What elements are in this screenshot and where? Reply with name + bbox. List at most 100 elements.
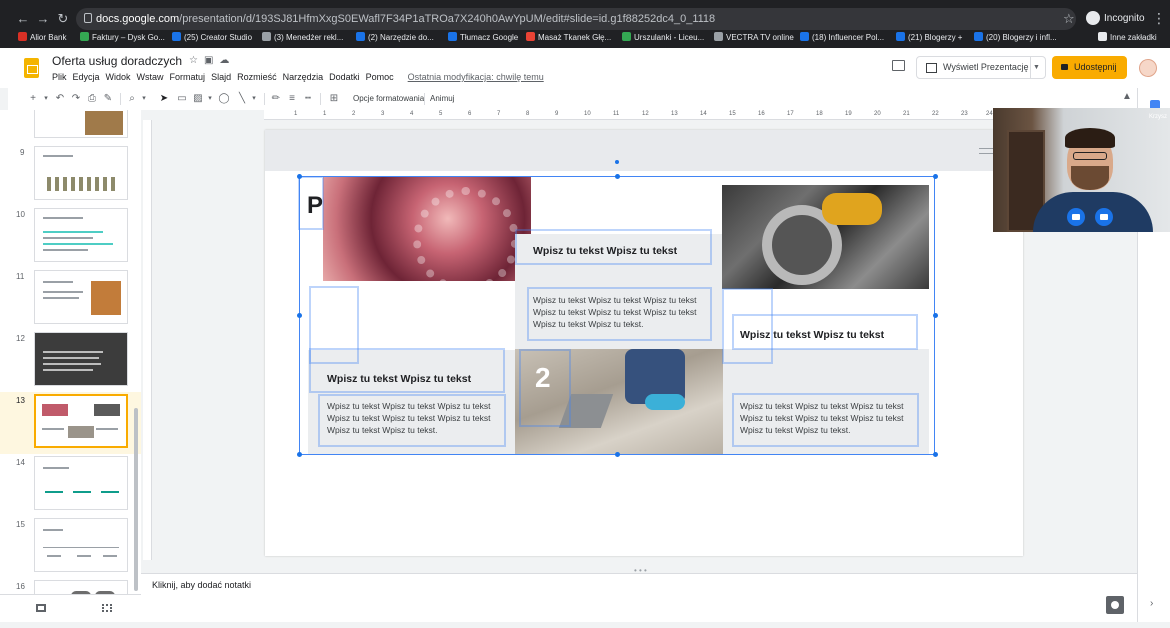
menu-format[interactable]: Formatuj	[170, 72, 206, 82]
present-dropdown-icon[interactable]: ▼	[1030, 57, 1042, 78]
body-text-left[interactable]: Wpisz tu tekst Wpisz tu tekst Wpisz tu t…	[327, 400, 490, 436]
gears-image[interactable]	[722, 185, 929, 289]
format-options-button[interactable]: Opcje formatowania	[353, 92, 424, 106]
body-text-right[interactable]: Wpisz tu tekst Wpisz tu tekst Wpisz tu t…	[740, 400, 903, 436]
insert-comment-icon[interactable]: ⊞	[328, 92, 340, 106]
bookmark-item[interactable]: Masaż Tkanek Głę...	[526, 30, 611, 46]
slides-logo-icon[interactable]	[24, 58, 39, 78]
bookmark-item[interactable]: Alior Bank	[18, 30, 66, 46]
resize-handle[interactable]	[297, 174, 302, 179]
incognito-indicator[interactable]: Incognito	[1086, 10, 1145, 28]
browser-menu-icon[interactable]: ⋮	[1152, 10, 1166, 27]
body-text-center[interactable]: Wpisz tu tekst Wpisz tu tekst Wpisz tu t…	[533, 294, 696, 330]
menu-addons[interactable]: Dodatki	[329, 72, 360, 82]
menu-insert[interactable]: Wstaw	[137, 72, 164, 82]
resize-handle[interactable]	[297, 313, 302, 318]
bookmark-item[interactable]: (18) Influencer Pol...	[800, 30, 884, 46]
lock-icon[interactable]	[84, 13, 92, 23]
slide-thumbnail-row[interactable]: 10	[0, 206, 141, 268]
slide-thumbnail[interactable]	[34, 518, 128, 572]
menu-file[interactable]: Plik	[52, 72, 67, 82]
slide-title-letter[interactable]: P	[307, 192, 323, 220]
text-box-icon[interactable]: ▭	[176, 92, 188, 106]
turbine-image[interactable]	[323, 177, 531, 293]
slide-thumbnail[interactable]	[34, 456, 128, 510]
address-bar[interactable]: docs.google.com/presentation/d/193SJ81Hf…	[76, 8, 1076, 30]
menu-tools[interactable]: Narzędzia	[283, 72, 324, 82]
move-folder-icon[interactable]: ▣	[204, 55, 219, 66]
filmstrip-scrollbar[interactable]	[134, 408, 138, 591]
slide-canvas[interactable]: Wpisz tu tekst Wpisz tu tekst Wpisz tu t…	[265, 130, 1023, 556]
document-title[interactable]: Oferta usług doradczych	[52, 54, 182, 68]
new-slide-dropdown-icon[interactable]: ▾	[42, 92, 50, 106]
animate-button[interactable]: Animuj	[430, 92, 454, 106]
explore-button[interactable]	[1106, 596, 1124, 614]
menu-view[interactable]: Widok	[106, 72, 131, 82]
heading-right[interactable]: Wpisz tu tekst Wpisz tu tekst	[740, 329, 884, 341]
camera-toggle-icon[interactable]	[1067, 208, 1085, 226]
image-icon[interactable]: ▨	[192, 92, 204, 106]
bookmark-item[interactable]: (3) Menedżer rekl...	[262, 30, 343, 46]
heading-left[interactable]: Wpisz tu tekst Wpisz tu tekst	[327, 373, 471, 385]
new-slide-icon[interactable]: +	[26, 92, 40, 106]
slide-thumbnail-row[interactable]: 11	[0, 268, 141, 330]
resize-handle[interactable]	[933, 174, 938, 179]
bookmark-item[interactable]: Faktury – Dysk Go...	[80, 30, 165, 46]
bookmark-item[interactable]: (25) Creator Studio	[172, 30, 252, 46]
slide-thumbnail[interactable]	[34, 332, 128, 386]
slide-thumbnail-row[interactable]: 16	[0, 578, 141, 594]
resize-handle[interactable]	[297, 452, 302, 457]
slide-thumbnail-row-selected[interactable]: 13	[0, 392, 141, 454]
slide-thumbnail[interactable]	[34, 110, 128, 138]
bookmark-star-icon[interactable]: ☆	[1063, 11, 1075, 27]
zoom-dropdown-icon[interactable]: ▾	[140, 92, 148, 106]
bookmark-item[interactable]: Tłumacz Google	[448, 30, 518, 46]
bookmark-item[interactable]: Urszulanki - Liceu...	[622, 30, 704, 46]
paint-format-icon[interactable]: ✎	[102, 92, 114, 106]
resize-handle[interactable]	[615, 452, 620, 457]
grid-view-icon[interactable]	[102, 604, 112, 612]
last-edit-link[interactable]: Ostatnia modyfikacja: chwilę temu	[408, 72, 544, 82]
slide-thumbnail-row[interactable]: 14	[0, 454, 141, 516]
slide-thumbnail[interactable]	[34, 146, 128, 200]
slide-thumbnail[interactable]	[34, 208, 128, 262]
webcam-overlay[interactable]: Krzysz	[993, 108, 1170, 232]
comment-history-icon[interactable]	[892, 60, 905, 71]
slide-thumbnail[interactable]	[34, 394, 128, 448]
microphone-toggle-icon[interactable]	[1095, 208, 1113, 226]
redo-icon[interactable]: ↷	[70, 92, 82, 106]
border-weight-icon[interactable]: ≡	[286, 92, 298, 106]
bookmark-item[interactable]: (21) Blogerzy +	[896, 30, 962, 46]
heading-center[interactable]: Wpisz tu tekst Wpisz tu tekst	[533, 245, 677, 257]
slide-step-number[interactable]: 2	[535, 362, 551, 394]
back-icon[interactable]: ←	[14, 10, 32, 28]
bookmark-item[interactable]: (2) Narzędzie do...	[356, 30, 434, 46]
resize-handle[interactable]	[933, 452, 938, 457]
resize-handle[interactable]	[615, 174, 620, 179]
horizontal-ruler[interactable]: 1 1 2 3 4 5 6 7 8 9 10 11 12 13 14 15 16…	[264, 110, 994, 120]
line-dropdown-icon[interactable]: ▾	[250, 92, 258, 106]
slide-thumbnail[interactable]	[34, 270, 128, 324]
border-color-icon[interactable]: ✏	[270, 92, 282, 106]
rotate-handle[interactable]	[615, 160, 619, 164]
present-button[interactable]: Wyświetl Prezentację ▼	[916, 56, 1046, 79]
border-dash-icon[interactable]: ┅	[302, 92, 314, 106]
bookmark-item[interactable]: (20) Blogerzy i infl...	[974, 30, 1057, 46]
cloud-saved-icon[interactable]: ☁	[219, 55, 235, 66]
filmstrip-view-icon[interactable]	[36, 604, 46, 612]
collapse-toolbar-icon[interactable]: ▲	[1122, 91, 1132, 102]
forward-icon[interactable]: →	[34, 10, 52, 28]
star-icon[interactable]: ☆	[189, 55, 204, 66]
slide-thumbnail-row[interactable]	[0, 110, 141, 144]
vertical-ruler[interactable]	[143, 120, 152, 560]
resize-handle[interactable]	[933, 313, 938, 318]
expand-side-panel-icon[interactable]: ›	[1150, 598, 1153, 609]
line-icon[interactable]: ╲	[236, 92, 248, 106]
slide-thumbnail-row[interactable]: 15	[0, 516, 141, 578]
select-cursor-icon[interactable]: ➤	[158, 92, 170, 106]
slide-thumbnail-row[interactable]: 9	[0, 144, 141, 206]
share-button[interactable]: Udostępnij	[1052, 56, 1127, 79]
reload-icon[interactable]: ↻	[54, 10, 72, 28]
slide-thumbnail[interactable]	[34, 580, 128, 594]
zoom-icon[interactable]: ⌕	[126, 92, 138, 106]
